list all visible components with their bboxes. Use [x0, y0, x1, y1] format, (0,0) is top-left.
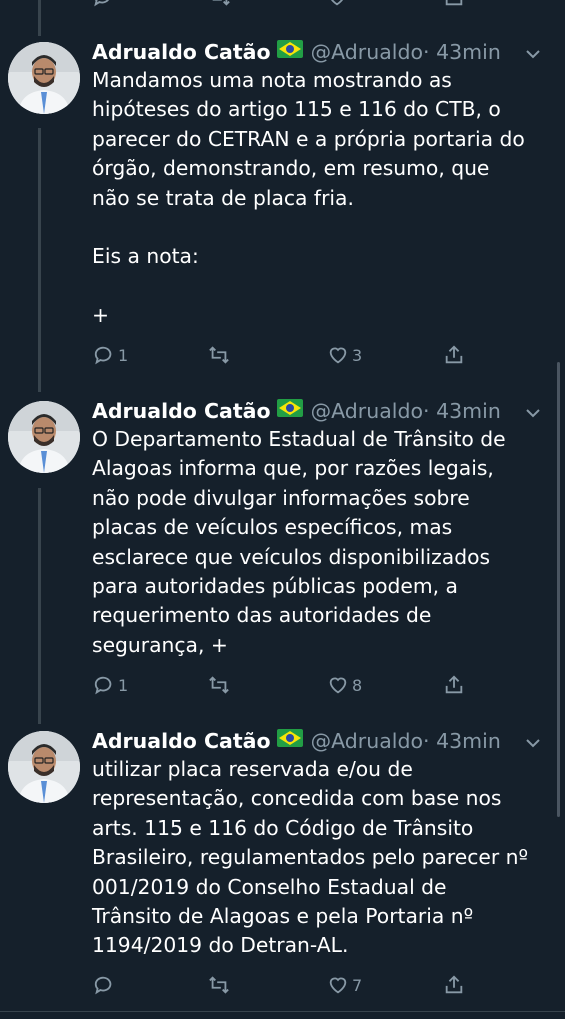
scrollbar[interactable]: [557, 362, 560, 817]
tweet-actions: 1 3: [92, 344, 472, 368]
chevron-down-icon[interactable]: [525, 404, 541, 423]
like-button[interactable]: 7: [326, 974, 362, 996]
retweet-button[interactable]: [206, 974, 234, 996]
like-button[interactable]: 8: [326, 674, 362, 696]
retweet-button[interactable]: [206, 674, 234, 696]
reply-count: 1: [118, 675, 129, 695]
share-icon: [442, 344, 466, 366]
like-count: 8: [352, 675, 363, 695]
avatar[interactable]: [8, 731, 80, 803]
share-button[interactable]: [442, 344, 466, 366]
brazil-flag-icon: [276, 37, 303, 65]
like-count: 3: [352, 345, 363, 365]
previous-tweet-actions: [0, 0, 565, 8]
chevron-down-icon[interactable]: [525, 734, 541, 753]
thread-connector-line: [38, 128, 41, 392]
author-handle[interactable]: @Adrualdo: [311, 399, 423, 423]
share-icon: [442, 674, 466, 696]
timestamp[interactable]: · 43min: [423, 40, 501, 64]
reply-icon: [92, 344, 116, 366]
thread-connector-line: [38, 0, 41, 36]
avatar[interactable]: [8, 42, 80, 114]
tweet-text: O Departamento Estadual de Trânsito de A…: [92, 427, 506, 657]
divider: [0, 1011, 565, 1012]
retweet-icon: [206, 674, 232, 696]
retweet-icon: [206, 974, 232, 996]
tweet-text: utilizar placa reservada e/ou de represe…: [92, 757, 529, 958]
reply-button[interactable]: 1: [92, 674, 128, 696]
author-name[interactable]: Adrualdo Catão: [92, 399, 271, 423]
author-name[interactable]: Adrualdo Catão: [92, 729, 271, 753]
heart-icon: [326, 344, 350, 366]
reply-icon[interactable]: [92, 0, 114, 12]
chevron-down-icon[interactable]: [525, 45, 541, 64]
author-handle[interactable]: @Adrualdo: [311, 729, 423, 753]
reply-button[interactable]: 1: [92, 344, 128, 366]
share-button[interactable]: [442, 674, 466, 696]
author-handle[interactable]: @Adrualdo: [311, 40, 423, 64]
avatar[interactable]: [8, 401, 80, 473]
heart-icon: [326, 974, 350, 996]
timestamp[interactable]: · 43min: [423, 729, 501, 753]
retweet-icon: [206, 344, 232, 366]
reply-button[interactable]: [92, 974, 118, 996]
share-icon: [442, 974, 466, 996]
tweet-actions: 7: [92, 974, 472, 998]
reply-count: 1: [118, 345, 129, 365]
timestamp[interactable]: · 43min: [423, 399, 501, 423]
brazil-flag-icon: [276, 396, 303, 424]
thread-connector-line: [38, 488, 41, 724]
tweet-actions: 1 8: [92, 674, 472, 698]
author-name[interactable]: Adrualdo Catão: [92, 40, 271, 64]
tweet-text: Mandamos uma nota mostrando as hipóteses…: [92, 68, 525, 328]
retweet-icon[interactable]: [208, 0, 232, 12]
share-icon[interactable]: [443, 0, 465, 12]
brazil-flag-icon: [276, 726, 303, 754]
like-count: 7: [352, 975, 363, 995]
like-button[interactable]: 3: [326, 344, 362, 366]
retweet-button[interactable]: [206, 344, 234, 366]
share-button[interactable]: [442, 974, 466, 996]
heart-icon: [326, 674, 350, 696]
reply-icon: [92, 974, 116, 996]
heart-icon[interactable]: [326, 0, 348, 12]
reply-icon: [92, 674, 116, 696]
